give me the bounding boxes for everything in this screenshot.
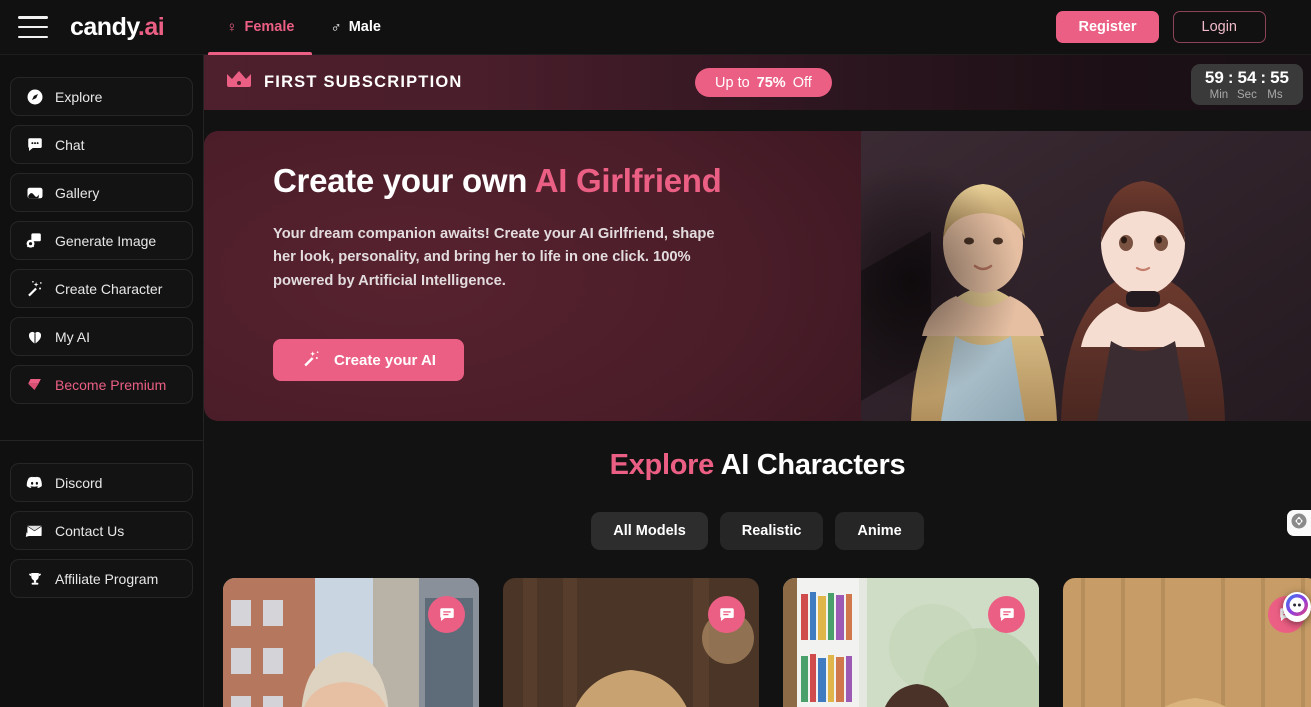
sidebar-item-contact-us[interactable]: Contact Us [10,511,193,550]
trophy-icon [25,569,44,588]
sidebar-item-chat[interactable]: Chat [10,125,193,164]
contact-mail-icon [25,521,44,540]
brand-suffix: ai [144,12,165,41]
diamond-icon [25,375,44,394]
sidebar-item-label: Gallery [55,184,100,201]
countdown-sec-label: Sec [1237,89,1257,101]
hero-artwork [861,131,1311,421]
filter-anime[interactable]: Anime [835,512,924,550]
countdown-min-label: Min [1209,89,1229,101]
chat-bubble-icon[interactable] [988,596,1025,633]
accessibility-icon [1290,512,1308,535]
character-card-4[interactable] [1063,578,1311,707]
female-symbol-icon: ♀ [226,18,238,36]
hero-heading: Create your own AI Girlfriend [273,161,773,201]
promo-banner[interactable]: FIRST SUBSCRIPTION Up to 75% Off 59 : 54… [204,55,1311,110]
character-card-2[interactable] [503,578,759,707]
support-face-icon [1285,593,1309,622]
promo-offer-pill: Up to 75% Off [695,68,832,97]
magic-wand-icon [25,279,44,298]
countdown-labels: Min Sec Ms [1205,89,1289,101]
register-button[interactable]: Register [1056,11,1159,43]
hero-banner: Create your own AI Girlfriend Your dream… [204,131,1311,421]
hero-paragraph: Your dream companion awaits! Create your… [273,225,715,290]
countdown-ms-label: Ms [1267,89,1283,101]
filter-realistic[interactable]: Realistic [719,512,824,550]
countdown-sec-value: 54 [1237,68,1257,87]
model-filter-group: All Models Realistic Anime [204,512,1311,550]
sidebar-item-label: Affiliate Program [55,570,159,587]
offer-percent: 75% [756,74,786,91]
hero-heading-part1: Create your own [273,162,535,199]
sidebar-item-become-premium[interactable]: Become Premium [10,365,193,404]
explore-section-title: Explore AI Characters [204,449,1311,482]
countdown-ms-value: 55 [1270,68,1289,87]
brand-name: candy [70,12,138,41]
chat-bubble-icon[interactable] [708,596,745,633]
countdown-sep-1: : [1227,68,1234,87]
promo-title: FIRST SUBSCRIPTION [264,73,463,91]
nav-actions: Register Login [1056,11,1266,43]
promo-left-group: FIRST SUBSCRIPTION [226,70,463,95]
sidebar-item-label: Generate Image [55,232,157,249]
chat-bubble-icon [25,135,44,154]
compass-icon [25,87,44,106]
sidebar-item-label: Discord [55,474,103,491]
create-your-ai-label: Create your AI [334,351,436,369]
offer-suffix: Off [792,74,812,91]
sidebar: Explore Chat Gallery Generate Image Crea… [0,55,204,707]
tab-female-label: Female [244,19,295,35]
sidebar-item-gallery[interactable]: Gallery [10,173,193,212]
gender-tabs: ♀ Female ♂ Male [208,0,399,55]
character-card-grid [204,578,1311,707]
character-card-3[interactable] [783,578,1039,707]
login-button[interactable]: Login [1172,11,1266,43]
explore-title-rest: AI Characters [713,449,906,481]
sidebar-item-affiliate-program[interactable]: Affiliate Program [10,559,193,598]
sidebar-item-label: Contact Us [55,522,125,539]
character-card-1[interactable] [223,578,479,707]
heart-icon [25,327,44,346]
countdown-min-value: 59 [1204,68,1224,87]
create-your-ai-button[interactable]: Create your AI [273,339,464,382]
character-photo [1063,578,1311,707]
top-navigation-bar: candy.ai ♀ Female ♂ Male Register Login [0,0,1311,55]
hero-art-glow [861,161,1021,401]
explore-title-highlight: Explore [609,449,715,481]
offer-prefix: Up to [715,74,750,91]
brand-logo[interactable]: candy.ai [70,12,165,42]
countdown-timer: 59 : 54 : 55 Min Sec Ms [1190,64,1303,105]
chat-bubble-icon[interactable] [428,596,465,633]
sidebar-item-label: Become Premium [55,376,167,393]
countdown-values: 59 : 54 : 55 [1205,68,1289,88]
image-icon [25,183,44,202]
sidebar-item-label: Create Character [55,280,163,297]
sidebar-bottom-group: Discord Contact Us Affiliate Program [0,463,203,598]
hamburger-menu-icon[interactable] [18,16,48,38]
accessibility-widget[interactable] [1287,510,1311,536]
magic-wand-icon [301,348,321,372]
sidebar-divider [0,440,203,441]
generate-image-icon [25,231,44,250]
tab-male[interactable]: ♂ Male [312,0,399,55]
crown-icon [226,70,252,95]
filter-all-models[interactable]: All Models [591,512,708,550]
sidebar-item-create-character[interactable]: Create Character [10,269,193,308]
sidebar-item-discord[interactable]: Discord [10,463,193,502]
male-symbol-icon: ♂ [330,18,342,36]
sidebar-item-generate-image[interactable]: Generate Image [10,221,193,260]
support-chat-widget[interactable] [1283,592,1311,622]
sidebar-item-label: My AI [55,328,91,345]
hero-heading-highlight: AI Girlfriend [534,162,722,199]
tab-female[interactable]: ♀ Female [208,0,313,55]
sidebar-item-my-ai[interactable]: My AI [10,317,193,356]
hero-content: Create your own AI Girlfriend Your dream… [273,161,773,382]
sidebar-item-label: Chat [55,136,85,153]
discord-icon [25,473,44,492]
tab-male-label: Male [348,19,381,35]
sidebar-item-label: Explore [55,88,103,105]
main-content: FIRST SUBSCRIPTION Up to 75% Off 59 : 54… [204,55,1311,707]
sidebar-item-explore[interactable]: Explore [10,77,193,116]
countdown-sep-2: : [1260,68,1267,87]
